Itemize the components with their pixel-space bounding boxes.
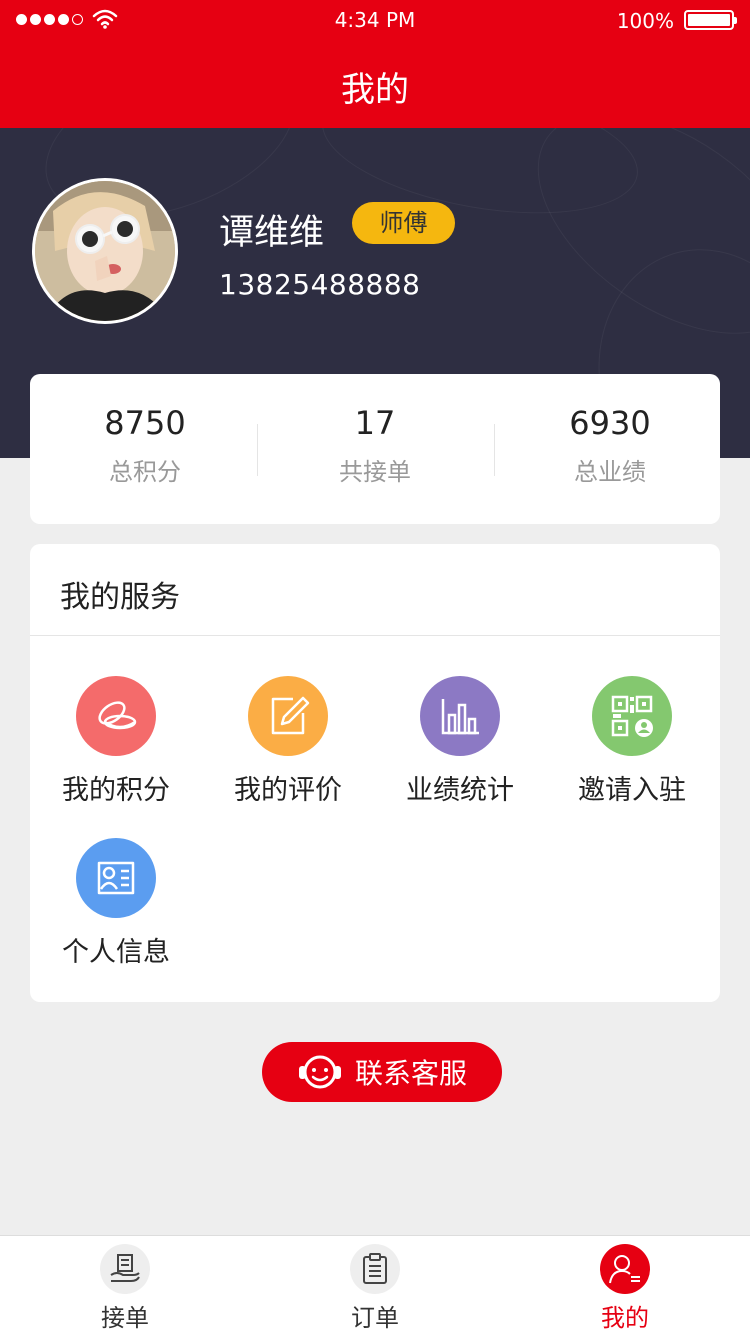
user-name: 谭维维 bbox=[219, 213, 325, 253]
service-invite[interactable]: 邀请入驻 bbox=[546, 676, 718, 807]
stat-total-performance[interactable]: 6930 总业绩 bbox=[495, 404, 725, 487]
page-title: 我的 bbox=[341, 70, 409, 110]
service-label: 邀请入驻 bbox=[578, 775, 686, 806]
id-card-icon bbox=[76, 838, 156, 918]
battery-percentage: 100% bbox=[616, 9, 674, 33]
service-performance-stats[interactable]: 业绩统计 bbox=[374, 676, 546, 807]
edit-icon bbox=[248, 676, 328, 756]
qr-code-icon bbox=[592, 676, 672, 756]
avatar-photo bbox=[35, 181, 175, 321]
tab-mine[interactable]: 我的 bbox=[500, 1244, 750, 1333]
bar-chart-icon bbox=[420, 676, 500, 756]
avatar[interactable] bbox=[32, 178, 178, 324]
tab-label: 接单 bbox=[101, 1304, 149, 1332]
battery-icon bbox=[684, 10, 737, 30]
clipboard-icon bbox=[350, 1244, 400, 1294]
tab-label: 我的 bbox=[601, 1304, 649, 1332]
status-bar: 4:34 PM 100% bbox=[0, 0, 750, 40]
service-my-points[interactable]: 我的积分 bbox=[30, 676, 202, 807]
stat-label: 共接单 bbox=[339, 458, 411, 486]
user-icon bbox=[600, 1244, 650, 1294]
stat-total-orders[interactable]: 17 共接单 bbox=[260, 404, 490, 487]
nav-bar: 我的 bbox=[0, 40, 750, 128]
user-phone: 13825488888 bbox=[219, 268, 421, 301]
tab-label: 订单 bbox=[351, 1304, 399, 1332]
hand-receive-icon bbox=[100, 1244, 150, 1294]
stat-value: 8750 bbox=[104, 404, 186, 442]
stat-label: 总积分 bbox=[109, 458, 181, 486]
stat-label: 总业绩 bbox=[574, 458, 646, 486]
service-label: 我的积分 bbox=[62, 775, 170, 806]
tab-orders[interactable]: 订单 bbox=[250, 1244, 500, 1333]
divider bbox=[30, 635, 720, 636]
headset-icon bbox=[298, 1055, 341, 1089]
tab-receive-orders[interactable]: 接单 bbox=[0, 1244, 250, 1333]
stat-divider bbox=[257, 424, 258, 476]
stat-total-points[interactable]: 8750 总积分 bbox=[30, 404, 260, 487]
coins-icon bbox=[76, 676, 156, 756]
service-label: 我的评价 bbox=[234, 775, 342, 806]
services-title: 我的服务 bbox=[60, 580, 180, 615]
stat-value: 6930 bbox=[569, 404, 651, 442]
contact-service-button[interactable]: 联系客服 bbox=[262, 1042, 502, 1102]
service-label: 个人信息 bbox=[62, 937, 170, 968]
stat-value: 17 bbox=[354, 404, 396, 442]
role-badge: 师傅 bbox=[352, 202, 455, 244]
contact-service-label: 联系客服 bbox=[354, 1057, 467, 1090]
service-label: 业绩统计 bbox=[406, 775, 514, 806]
service-personal-info[interactable]: 个人信息 bbox=[30, 838, 202, 969]
service-my-reviews[interactable]: 我的评价 bbox=[202, 676, 374, 807]
tab-bar: 接单 订单 我的 bbox=[0, 1235, 750, 1334]
services-card: 我的服务 我的积分 我的评价 业绩统计 邀请入驻 个人信息 bbox=[30, 544, 720, 1002]
stats-card: 8750 总积分 17 共接单 6930 总业绩 bbox=[30, 374, 720, 524]
